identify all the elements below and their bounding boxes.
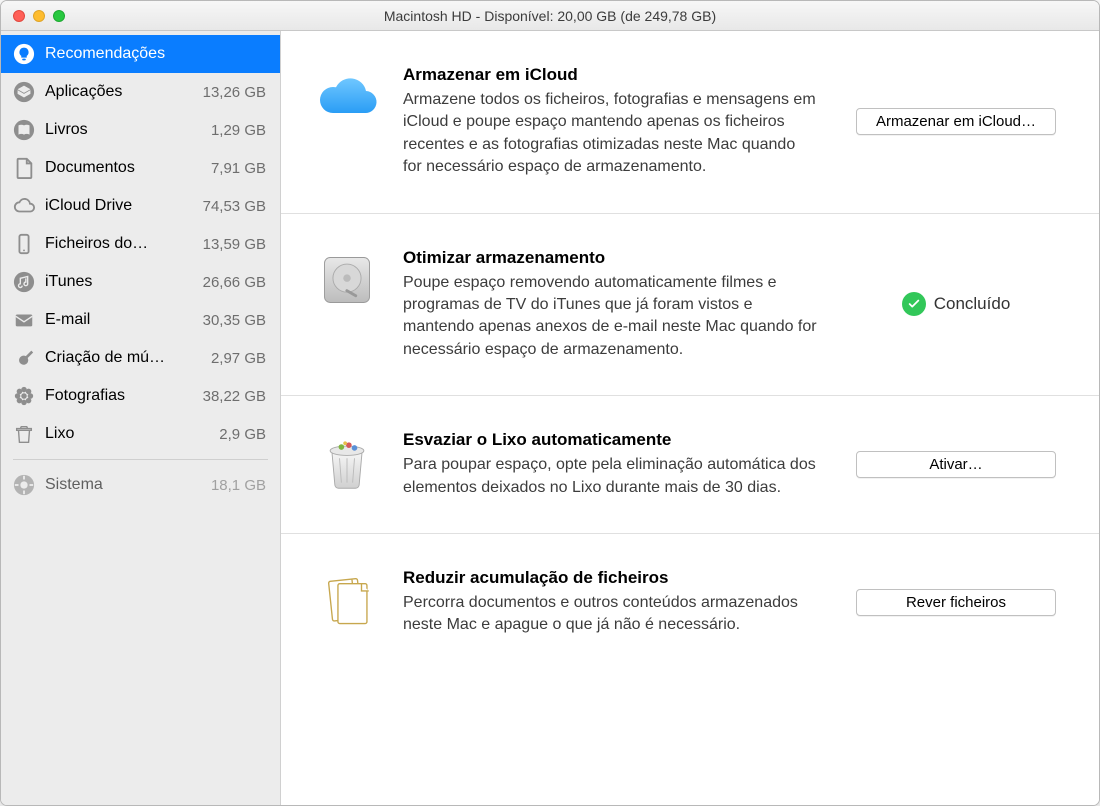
recommendation-trash-full: Esvaziar o Lixo automaticamente Para poup… [281, 396, 1099, 534]
docs-icon [315, 568, 379, 632]
hdd-icon [315, 248, 379, 312]
recommendation-docs: Reduzir acumulação de ficheiros Percorra … [281, 534, 1099, 671]
sidebar-item-size: 1,29 GB [211, 122, 266, 139]
sidebar-item-label: E-mail [45, 311, 193, 329]
sidebar-item-app[interactable]: Aplicações 13,26 GB [1, 73, 280, 111]
sidebar-item-label: Criação de mú… [45, 349, 201, 367]
flower-icon [13, 385, 35, 407]
recommendation-action: Armazenar em iCloud… [841, 108, 1071, 135]
sidebar-item-cloud[interactable]: iCloud Drive 74,53 GB [1, 187, 280, 225]
sidebar-item-label: Recomendações [45, 45, 266, 63]
window-title: Macintosh HD - Disponível: 20,00 GB (de … [1, 8, 1099, 24]
recommendation-title: Reduzir acumulação de ficheiros [403, 568, 817, 588]
sidebar-item-size: 2,9 GB [219, 426, 266, 443]
sidebar-item-envelope[interactable]: E-mail 30,35 GB [1, 301, 280, 339]
envelope-icon [13, 309, 35, 331]
recommendation-text: Esvaziar o Lixo automaticamente Para poup… [403, 430, 817, 499]
sidebar-item-label: Lixo [45, 425, 209, 443]
sidebar-item-label: iTunes [45, 273, 193, 291]
recommendation-description: Armazene todos os ficheiros, fotografias… [403, 89, 817, 179]
check-icon [902, 292, 926, 316]
window-body: Recomendações Aplicações 13,26 GB Livros 1,2… [1, 31, 1099, 805]
storage-management-window: Macintosh HD - Disponível: 20,00 GB (de … [0, 0, 1100, 806]
recommendation-text: Armazenar em iCloud Armazene todos os fic… [403, 65, 817, 179]
sidebar-item-music-note[interactable]: iTunes 26,66 GB [1, 263, 280, 301]
recommendation-text: Reduzir acumulação de ficheiros Percorra … [403, 568, 817, 637]
sidebar-item-guitar[interactable]: Criação de mú… 2,97 GB [1, 339, 280, 377]
close-window-button[interactable] [13, 10, 25, 22]
sidebar-item-label: iCloud Drive [45, 197, 193, 215]
recommendation-button[interactable]: Armazenar em iCloud… [856, 108, 1056, 135]
music-note-icon [13, 271, 35, 293]
sidebar-item-label: Sistema [45, 476, 201, 494]
recommendation-title: Esvaziar o Lixo automaticamente [403, 430, 817, 450]
phone-icon [13, 233, 35, 255]
sidebar-item-label: Livros [45, 121, 201, 139]
sidebar-item-phone[interactable]: Ficheiros do… 13,59 GB [1, 225, 280, 263]
zoom-window-button[interactable] [53, 10, 65, 22]
recommendation-title: Otimizar armazenamento [403, 248, 817, 268]
sidebar-item-size: 38,22 GB [203, 388, 266, 405]
window-controls [13, 10, 65, 22]
lightbulb-icon [13, 43, 35, 65]
recommendation-status-label: Concluído [934, 294, 1011, 314]
sidebar-item-size: 2,97 GB [211, 350, 266, 367]
sidebar-item-label: Ficheiros do… [45, 235, 193, 253]
recommendation-description: Percorra documentos e outros conteúdos a… [403, 592, 817, 637]
guitar-icon [13, 347, 35, 369]
cloud-icon [13, 195, 35, 217]
sidebar-item-label: Fotografias [45, 387, 193, 405]
sidebar-item-gear[interactable]: Sistema 18,1 GB [1, 466, 280, 504]
sidebar-item-size: 13,26 GB [203, 84, 266, 101]
sidebar-item-trash[interactable]: Lixo 2,9 GB [1, 415, 280, 453]
gear-icon [13, 474, 35, 496]
recommendation-icloud: Armazenar em iCloud Armazene todos os fic… [281, 31, 1099, 214]
sidebar-item-size: 18,1 GB [211, 477, 266, 494]
sidebar-divider [13, 459, 268, 460]
sidebar-item-book[interactable]: Livros 1,29 GB [1, 111, 280, 149]
sidebar-item-size: 30,35 GB [203, 312, 266, 329]
recommendation-status: Concluído [902, 292, 1011, 316]
minimize-window-button[interactable] [33, 10, 45, 22]
doc-icon [13, 157, 35, 179]
sidebar: Recomendações Aplicações 13,26 GB Livros 1,2… [1, 31, 281, 805]
recommendation-action: Concluído [841, 292, 1071, 316]
recommendation-description: Para poupar espaço, opte pela eliminação… [403, 454, 817, 499]
recommendation-text: Otimizar armazenamento Poupe espaço remov… [403, 248, 817, 362]
sidebar-item-lightbulb[interactable]: Recomendações [1, 35, 280, 73]
sidebar-item-label: Aplicações [45, 83, 193, 101]
recommendation-hdd: Otimizar armazenamento Poupe espaço remov… [281, 214, 1099, 397]
sidebar-item-size: 74,53 GB [203, 198, 266, 215]
app-icon [13, 81, 35, 103]
content-pane: Armazenar em iCloud Armazene todos os fic… [281, 31, 1099, 805]
sidebar-item-label: Documentos [45, 159, 201, 177]
recommendation-button[interactable]: Ativar… [856, 451, 1056, 478]
recommendation-description: Poupe espaço removendo automaticamente f… [403, 272, 817, 362]
sidebar-item-doc[interactable]: Documentos 7,91 GB [1, 149, 280, 187]
recommendation-action: Rever ficheiros [841, 589, 1071, 616]
recommendation-title: Armazenar em iCloud [403, 65, 817, 85]
recommendation-button[interactable]: Rever ficheiros [856, 589, 1056, 616]
recommendation-action: Ativar… [841, 451, 1071, 478]
sidebar-item-size: 7,91 GB [211, 160, 266, 177]
titlebar[interactable]: Macintosh HD - Disponível: 20,00 GB (de … [1, 1, 1099, 31]
trash-icon [13, 423, 35, 445]
sidebar-item-flower[interactable]: Fotografias 38,22 GB [1, 377, 280, 415]
sidebar-item-size: 26,66 GB [203, 274, 266, 291]
book-icon [13, 119, 35, 141]
icloud-icon [315, 65, 379, 129]
sidebar-item-size: 13,59 GB [203, 236, 266, 253]
trash-full-icon [315, 430, 379, 494]
